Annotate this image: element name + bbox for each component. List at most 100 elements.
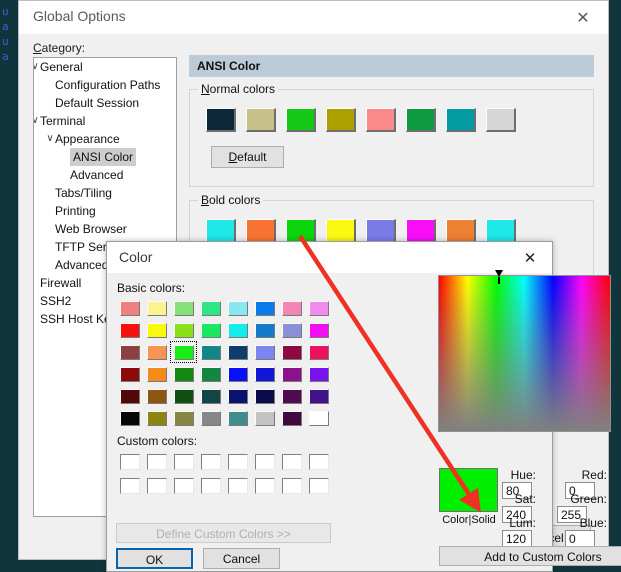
tree-item-default-session[interactable]: Default Session bbox=[34, 94, 176, 112]
basic-color-cell-4-1[interactable] bbox=[143, 385, 170, 407]
basic-color-cell-4-7[interactable] bbox=[305, 385, 332, 407]
basic-color-cell-1-1[interactable] bbox=[143, 319, 170, 341]
bold-color-swatch-3[interactable] bbox=[326, 219, 356, 243]
basic-color-cell-4-3[interactable] bbox=[197, 385, 224, 407]
chevron-down-icon[interactable]: ∨ bbox=[34, 112, 42, 130]
basic-color-cell-2-6[interactable] bbox=[278, 341, 305, 363]
basic-color-cell-0-5[interactable] bbox=[251, 297, 278, 319]
basic-color-cell-2-7[interactable] bbox=[305, 341, 332, 363]
normal-color-swatch-6[interactable] bbox=[446, 108, 476, 132]
custom-color-cell-1-4[interactable] bbox=[224, 474, 251, 498]
custom-color-cell-0-5[interactable] bbox=[251, 450, 278, 474]
basic-color-cell-1-4[interactable] bbox=[224, 319, 251, 341]
custom-colors-grid[interactable] bbox=[116, 450, 332, 498]
basic-color-cell-1-7[interactable] bbox=[305, 319, 332, 341]
custom-color-cell-1-6[interactable] bbox=[278, 474, 305, 498]
basic-color-cell-3-7[interactable] bbox=[305, 363, 332, 385]
normal-color-swatch-2[interactable] bbox=[286, 108, 316, 132]
basic-color-cell-0-3[interactable] bbox=[197, 297, 224, 319]
basic-color-cell-3-5[interactable] bbox=[251, 363, 278, 385]
custom-color-cell-0-7[interactable] bbox=[305, 450, 332, 474]
lum-input[interactable]: 120 bbox=[502, 530, 532, 547]
blue-input[interactable]: 0 bbox=[565, 530, 595, 547]
basic-color-cell-5-6[interactable] bbox=[278, 407, 305, 429]
normal-color-swatch-4[interactable] bbox=[366, 108, 396, 132]
basic-color-cell-1-5[interactable] bbox=[251, 319, 278, 341]
tree-item-printing[interactable]: Printing bbox=[34, 202, 176, 220]
close-icon[interactable]: ✕ bbox=[512, 246, 548, 270]
define-custom-colors-button[interactable]: Define Custom Colors >> bbox=[116, 523, 331, 543]
basic-color-cell-4-6[interactable] bbox=[278, 385, 305, 407]
custom-color-cell-1-3[interactable] bbox=[197, 474, 224, 498]
chevron-down-icon[interactable]: ∨ bbox=[34, 58, 42, 76]
basic-color-cell-1-6[interactable] bbox=[278, 319, 305, 341]
basic-color-cell-3-4[interactable] bbox=[224, 363, 251, 385]
basic-color-cell-5-1[interactable] bbox=[143, 407, 170, 429]
custom-color-cell-1-1[interactable] bbox=[143, 474, 170, 498]
tree-item-general[interactable]: ∨General bbox=[34, 58, 176, 76]
tree-item-appearance[interactable]: ∨ Appearance bbox=[34, 130, 176, 148]
normal-color-swatch-1[interactable] bbox=[246, 108, 276, 132]
chevron-down-icon[interactable]: ∨ bbox=[43, 130, 57, 148]
tree-item-ansi-color[interactable]: ANSI Color bbox=[34, 148, 176, 166]
basic-color-cell-2-5[interactable] bbox=[251, 341, 278, 363]
normal-colors-swatches[interactable] bbox=[206, 108, 516, 132]
basic-color-cell-5-7[interactable] bbox=[305, 407, 332, 429]
basic-color-cell-5-3[interactable] bbox=[197, 407, 224, 429]
bold-color-swatch-6[interactable] bbox=[446, 219, 476, 243]
basic-color-cell-2-0[interactable] bbox=[116, 341, 143, 363]
basic-color-cell-1-3[interactable] bbox=[197, 319, 224, 341]
basic-color-cell-4-0[interactable] bbox=[116, 385, 143, 407]
custom-color-cell-1-7[interactable] bbox=[305, 474, 332, 498]
basic-color-cell-2-1[interactable] bbox=[143, 341, 170, 363]
basic-color-cell-5-4[interactable] bbox=[224, 407, 251, 429]
tree-item-tabs-tiling[interactable]: Tabs/Tiling bbox=[34, 184, 176, 202]
bold-color-swatch-7[interactable] bbox=[486, 219, 516, 243]
custom-color-cell-0-0[interactable] bbox=[116, 450, 143, 474]
cancel-button[interactable]: Cancel bbox=[203, 548, 280, 569]
custom-color-cell-0-6[interactable] bbox=[278, 450, 305, 474]
basic-color-cell-5-0[interactable] bbox=[116, 407, 143, 429]
custom-color-cell-1-5[interactable] bbox=[251, 474, 278, 498]
basic-color-cell-0-7[interactable] bbox=[305, 297, 332, 319]
basic-color-cell-4-5[interactable] bbox=[251, 385, 278, 407]
basic-color-cell-2-3[interactable] bbox=[197, 341, 224, 363]
tree-item-advanced[interactable]: Advanced bbox=[34, 166, 176, 184]
basic-colors-grid[interactable] bbox=[116, 297, 332, 429]
ok-button[interactable]: OK bbox=[116, 548, 193, 569]
basic-color-cell-0-1[interactable] bbox=[143, 297, 170, 319]
basic-color-cell-3-0[interactable] bbox=[116, 363, 143, 385]
basic-color-cell-0-0[interactable] bbox=[116, 297, 143, 319]
custom-color-cell-0-3[interactable] bbox=[197, 450, 224, 474]
close-icon[interactable]: ✕ bbox=[562, 5, 604, 31]
custom-color-cell-1-0[interactable] bbox=[116, 474, 143, 498]
basic-color-cell-5-5[interactable] bbox=[251, 407, 278, 429]
add-to-custom-colors-button[interactable]: Add to Custom Colors bbox=[439, 546, 621, 566]
basic-color-cell-3-2[interactable] bbox=[170, 363, 197, 385]
bold-color-swatch-4[interactable] bbox=[366, 219, 396, 243]
basic-color-cell-4-4[interactable] bbox=[224, 385, 251, 407]
normal-color-swatch-3[interactable] bbox=[326, 108, 356, 132]
basic-color-cell-0-6[interactable] bbox=[278, 297, 305, 319]
basic-color-cell-0-2[interactable] bbox=[170, 297, 197, 319]
custom-color-cell-1-2[interactable] bbox=[170, 474, 197, 498]
basic-color-cell-3-1[interactable] bbox=[143, 363, 170, 385]
basic-color-cell-4-2[interactable] bbox=[170, 385, 197, 407]
bold-color-swatch-1[interactable] bbox=[246, 219, 276, 243]
basic-color-cell-1-2[interactable] bbox=[170, 319, 197, 341]
custom-color-cell-0-1[interactable] bbox=[143, 450, 170, 474]
basic-color-cell-0-4[interactable] bbox=[224, 297, 251, 319]
basic-color-cell-5-2[interactable] bbox=[170, 407, 197, 429]
custom-color-cell-0-4[interactable] bbox=[224, 450, 251, 474]
default-button[interactable]: Default bbox=[211, 146, 284, 168]
normal-color-swatch-7[interactable] bbox=[486, 108, 516, 132]
tree-item-terminal[interactable]: ∨Terminal bbox=[34, 112, 176, 130]
bold-colors-swatches[interactable] bbox=[206, 219, 516, 243]
normal-color-swatch-0[interactable] bbox=[206, 108, 236, 132]
custom-color-cell-0-2[interactable] bbox=[170, 450, 197, 474]
normal-color-swatch-5[interactable] bbox=[406, 108, 436, 132]
tree-item-web-browser[interactable]: Web Browser bbox=[34, 220, 176, 238]
tree-item-configuration-paths[interactable]: Configuration Paths bbox=[34, 76, 176, 94]
basic-color-cell-1-0[interactable] bbox=[116, 319, 143, 341]
basic-color-cell-2-4[interactable] bbox=[224, 341, 251, 363]
